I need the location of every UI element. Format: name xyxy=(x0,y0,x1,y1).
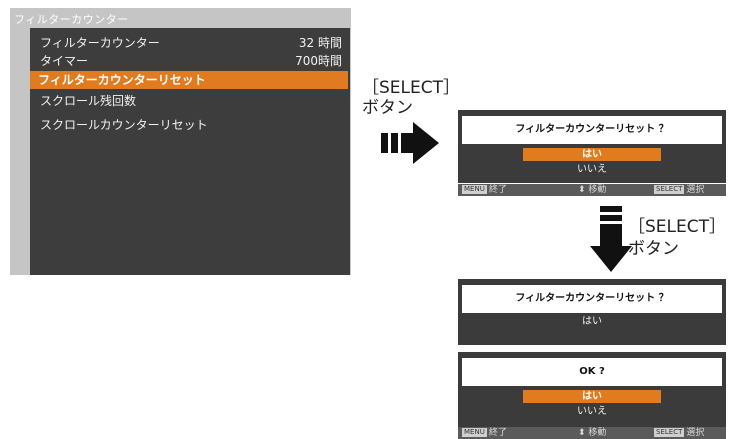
answer-text: はい xyxy=(582,316,602,327)
menu-item-scroll-counter-reset[interactable]: スクロールカウンターリセット xyxy=(32,116,346,134)
dialog-question: OK ? xyxy=(462,358,722,386)
button-caption: ボタン xyxy=(628,239,679,259)
menu-item-label: タイマー xyxy=(40,54,89,68)
select-key-caption: ［SELECT］ xyxy=(628,217,726,237)
select-label: 選択 xyxy=(686,185,705,195)
menu-key-icon: MENU xyxy=(462,185,487,194)
exit-hint: MENU 終了 xyxy=(462,427,507,439)
menu-item-timer[interactable]: タイマー 700時間 xyxy=(32,52,346,70)
dialog-question: フィルターカウンターリセット ？ xyxy=(462,285,722,313)
no-option[interactable]: いいえ xyxy=(458,163,726,176)
exit-label: 終了 xyxy=(488,428,507,438)
move-hint: ⬍ 移動 xyxy=(578,428,607,438)
move-label: 移動 xyxy=(588,185,607,195)
reset-result-dialog: フィルターカウンターリセット ？ はい xyxy=(458,279,726,345)
dialog-question: フィルターカウンターリセット ？ xyxy=(462,116,722,144)
button-caption: ボタン xyxy=(362,98,413,118)
menu-item-filter-counter-reset[interactable]: フィルターカウンターリセット xyxy=(30,71,348,89)
menu-key-icon: MENU xyxy=(462,428,487,437)
down-arrow-icon xyxy=(590,206,632,272)
menu-item-filter-counter[interactable]: フィルターカウンター 32 時間 xyxy=(32,34,346,52)
yes-option[interactable]: はい xyxy=(523,390,661,403)
select-hint: SELECT 選択 xyxy=(654,427,704,439)
status-bar: MENU 終了 ⬍ 移動 SELECT 選択 xyxy=(458,427,726,439)
status-bar: MENU 終了 ⬍ 移動 SELECT 選択 xyxy=(458,184,726,196)
menu-item-scroll-remaining[interactable]: スクロール残回数 xyxy=(32,92,346,110)
ok-confirm-dialog: OK ? はい いいえ xyxy=(458,352,726,427)
filter-counter-value: 32 時間 xyxy=(298,36,342,50)
menu-item-label: フィルターカウンター xyxy=(40,36,160,50)
menu-side-tab xyxy=(10,194,19,214)
right-arrow-icon xyxy=(381,122,439,164)
move-hint: ⬍ 移動 xyxy=(578,185,607,195)
select-key-icon: SELECT xyxy=(654,428,685,437)
move-label: 移動 xyxy=(588,428,607,438)
menu-panel: フィルターカウンター 32 時間 タイマー 700時間 フィルターカウンターリセ… xyxy=(30,28,350,275)
select-key-caption: ［SELECT］ xyxy=(362,78,460,98)
exit-label: 終了 xyxy=(488,185,507,195)
confirm-reset-dialog: フィルターカウンターリセット ？ はい いいえ xyxy=(458,110,726,183)
menu-item-label: スクロール残回数 xyxy=(40,94,137,108)
menu-item-label: スクロールカウンターリセット xyxy=(40,118,208,132)
menu-title: フィルターカウンター xyxy=(14,13,129,26)
no-option[interactable]: いいえ xyxy=(458,405,726,418)
osd-menu-frame: フィルターカウンター フィルターカウンター 32 時間 タイマー 700時間 フ… xyxy=(10,8,351,275)
select-label: 選択 xyxy=(686,428,705,438)
timer-value: 700時間 xyxy=(295,54,342,68)
select-hint: SELECT 選択 xyxy=(654,184,704,196)
yes-option[interactable]: はい xyxy=(523,148,661,161)
exit-hint: MENU 終了 xyxy=(462,184,507,196)
select-key-icon: SELECT xyxy=(654,185,685,194)
menu-item-label: フィルターカウンターリセット xyxy=(38,73,206,87)
